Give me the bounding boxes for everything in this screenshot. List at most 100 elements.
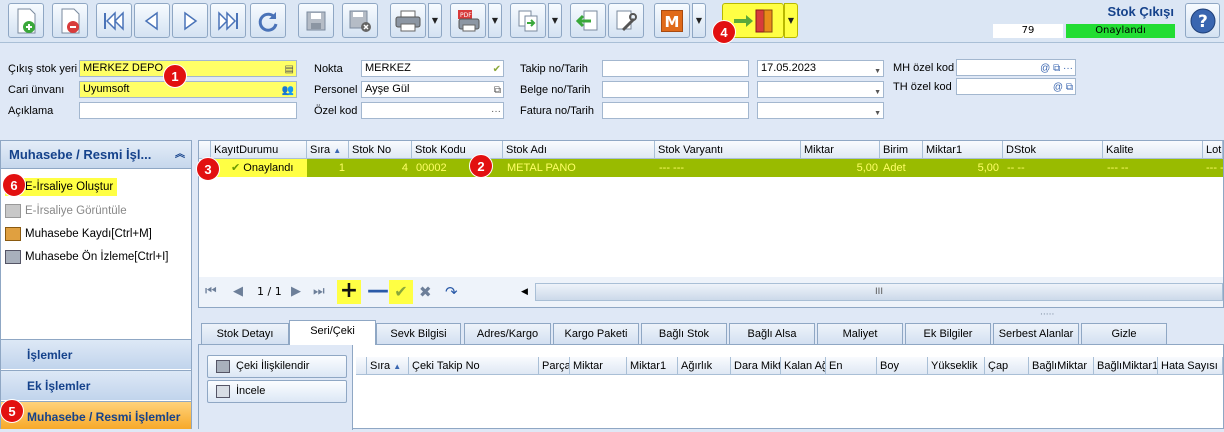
last-page-icon[interactable]: ⏭ xyxy=(313,283,325,301)
sub-col-hata-sayisi[interactable]: Hata Sayısı xyxy=(1158,357,1223,375)
belge-no-field[interactable] xyxy=(602,81,749,98)
copy-document-button[interactable] xyxy=(510,3,546,38)
m-module-button[interactable]: M xyxy=(654,3,690,38)
first-record-button[interactable] xyxy=(96,3,132,38)
cancel-save-button[interactable] xyxy=(342,3,378,38)
col-kalite[interactable]: Kalite xyxy=(1103,141,1203,159)
chevron-down-icon[interactable]: ▼ xyxy=(874,106,881,118)
sub-col-sira[interactable]: Sıra ▲ xyxy=(367,357,409,375)
tab-kargo-paketi[interactable]: Kargo Paketi xyxy=(553,323,639,344)
mh-ozel-kod-field[interactable]: @ ⧉ ··· xyxy=(956,59,1076,76)
export-pdf-button[interactable]: PDF xyxy=(450,3,486,38)
tab-bagli-alsa[interactable]: Bağlı Alsa xyxy=(729,323,815,344)
save-button[interactable] xyxy=(298,3,334,38)
chevron-down-icon[interactable]: ▼ xyxy=(874,64,881,76)
col-miktar1[interactable]: Miktar1 xyxy=(923,141,1003,159)
previous-page-icon[interactable]: ◀ xyxy=(233,283,243,301)
remove-row-icon[interactable]: — xyxy=(367,280,389,302)
th-ozel-kod-field[interactable]: @ ⧉ xyxy=(956,78,1076,95)
col-lot[interactable]: Lot xyxy=(1203,141,1223,159)
sub-col-agirlik[interactable]: Ağırlık xyxy=(678,357,731,375)
horizontal-scrollbar[interactable]: III xyxy=(535,283,1223,301)
sub-col-kalan-agirlik[interactable]: Kalan Ağ xyxy=(781,357,826,375)
delete-document-button[interactable] xyxy=(52,3,88,38)
m-dropdown[interactable]: ▼ xyxy=(692,3,706,38)
personel-field[interactable]: Ayşe Gül ⧉ xyxy=(361,81,504,98)
col-dstok[interactable]: DStok xyxy=(1003,141,1103,159)
tab-bagli-stok[interactable]: Bağlı Stok xyxy=(641,323,727,344)
e-irsaliye-goruntule-item[interactable]: E-İrsaliye Görüntüle xyxy=(5,202,127,220)
confirm-icon[interactable]: ✔ xyxy=(389,280,413,304)
tab-stok-detayi[interactable]: Stok Detayı xyxy=(201,323,289,344)
cari-unvani-field[interactable]: Uyumsoft 👥 xyxy=(79,81,297,98)
print-button[interactable] xyxy=(390,3,426,38)
sub-col-miktar[interactable]: Miktar xyxy=(570,357,627,375)
tab-gizle[interactable]: Gizle xyxy=(1081,323,1167,344)
nokta-field[interactable]: MERKEZ ✔ xyxy=(361,60,504,77)
belge-tarih-field[interactable]: ▼ xyxy=(757,81,884,98)
refresh-button[interactable] xyxy=(250,3,286,38)
lookup-icon[interactable]: @ ⧉ xyxy=(1053,80,1073,94)
pdf-dropdown[interactable]: ▼ xyxy=(488,3,502,38)
scroll-left-icon[interactable]: ◀ xyxy=(521,283,528,301)
fatura-no-field[interactable] xyxy=(602,102,749,119)
incele-button[interactable]: İncele xyxy=(207,380,347,403)
col-sira[interactable]: Sıra ▲ xyxy=(307,141,349,159)
sub-col-miktar1[interactable]: Miktar1 xyxy=(627,357,678,375)
print-dropdown[interactable]: ▼ xyxy=(428,3,442,38)
tab-seri-ceki[interactable]: Seri/Çeki xyxy=(289,320,376,345)
lookup-icon[interactable]: ▤ xyxy=(285,62,294,76)
lookup-icon[interactable]: @ ⧉ ··· xyxy=(1040,61,1073,75)
sub-col-yukseklik[interactable]: Yükseklik xyxy=(928,357,985,375)
section-ek-islemler[interactable]: Ek İşlemler xyxy=(1,370,191,400)
sub-col-bagli-miktar1[interactable]: BağlıMiktar1 xyxy=(1094,357,1158,375)
undo-icon[interactable]: ↷ xyxy=(445,283,458,301)
add-row-icon[interactable]: + xyxy=(337,280,361,304)
cancel-icon[interactable]: ✖ xyxy=(419,283,432,301)
sub-col-bagli-miktar[interactable]: BağlıMiktar xyxy=(1029,357,1094,375)
next-record-button[interactable] xyxy=(172,3,208,38)
import-button[interactable] xyxy=(570,3,606,38)
muhasebe-on-izleme-item[interactable]: Muhasebe Ön İzleme[Ctrl+I] xyxy=(5,248,169,266)
users-icon[interactable]: 👥 xyxy=(282,83,294,97)
sub-col-boy[interactable]: Boy xyxy=(877,357,928,375)
lookup-icon[interactable]: ⧉ xyxy=(494,83,501,97)
tab-adres-kargo[interactable]: Adres/Kargo xyxy=(464,323,551,344)
sub-col-ceki-takip-no[interactable]: Çeki Takip No xyxy=(409,357,539,375)
sub-col-cap[interactable]: Çap xyxy=(985,357,1029,375)
col-stok-varyanti[interactable]: Stok Varyantı xyxy=(655,141,801,159)
tab-sevk-bilgisi[interactable]: Sevk Bilgisi xyxy=(376,323,461,344)
fatura-tarih-field[interactable]: ▼ xyxy=(757,102,884,119)
col-miktar[interactable]: Miktar xyxy=(801,141,880,159)
sub-col-en[interactable]: En xyxy=(826,357,877,375)
col-kayit-durumu[interactable]: KayıtDurumu xyxy=(211,141,307,159)
tab-ek-bilgiler[interactable]: Ek Bilgiler xyxy=(905,323,991,344)
cikis-stok-yeri-field[interactable]: MERKEZ DEPO ▤ xyxy=(79,60,297,77)
settings-button[interactable] xyxy=(608,3,644,38)
tab-serbest-alanlar[interactable]: Serbest Alanlar xyxy=(993,323,1079,344)
copy-dropdown[interactable]: ▼ xyxy=(548,3,562,38)
aciklama-field[interactable] xyxy=(79,102,297,119)
ceki-iliskilendir-button[interactable]: Çeki İlişkilendir xyxy=(207,355,347,378)
col-stok-no[interactable]: Stok No xyxy=(349,141,412,159)
table-row[interactable]: ✔ Onaylandı 1 4 00002 METAL PANO --- ---… xyxy=(211,159,1223,177)
help-button[interactable]: ? xyxy=(1185,3,1220,38)
takip-no-field[interactable] xyxy=(602,60,749,77)
tab-maliyet[interactable]: Maliyet xyxy=(817,323,903,344)
transfer-dropdown[interactable]: ▼ xyxy=(784,3,798,38)
chevron-up-icon[interactable]: ︽ xyxy=(175,141,185,168)
first-page-icon[interactable]: ⏮ xyxy=(205,283,217,301)
last-record-button[interactable] xyxy=(210,3,246,38)
col-stok-adi[interactable]: Stok Adı xyxy=(503,141,655,159)
more-icon[interactable]: ··· xyxy=(491,104,501,118)
sub-col-parca[interactable]: Parça xyxy=(539,357,570,375)
takip-tarih-field[interactable]: 17.05.2023 ▼ xyxy=(757,60,884,77)
previous-record-button[interactable] xyxy=(134,3,170,38)
left-panel-title[interactable]: Muhasebe / Resmi İşl... ︽ xyxy=(1,141,191,169)
col-stok-kodu[interactable]: Stok Kodu xyxy=(412,141,503,159)
chevron-down-icon[interactable]: ▼ xyxy=(874,85,881,97)
splitter-handle[interactable]: ····· xyxy=(1040,310,1054,320)
section-muhasebe-resmi[interactable]: Muhasebe / Resmi İşlemler xyxy=(1,401,191,429)
ozel-kod-field[interactable]: ··· xyxy=(361,102,504,119)
new-document-button[interactable] xyxy=(8,3,44,38)
